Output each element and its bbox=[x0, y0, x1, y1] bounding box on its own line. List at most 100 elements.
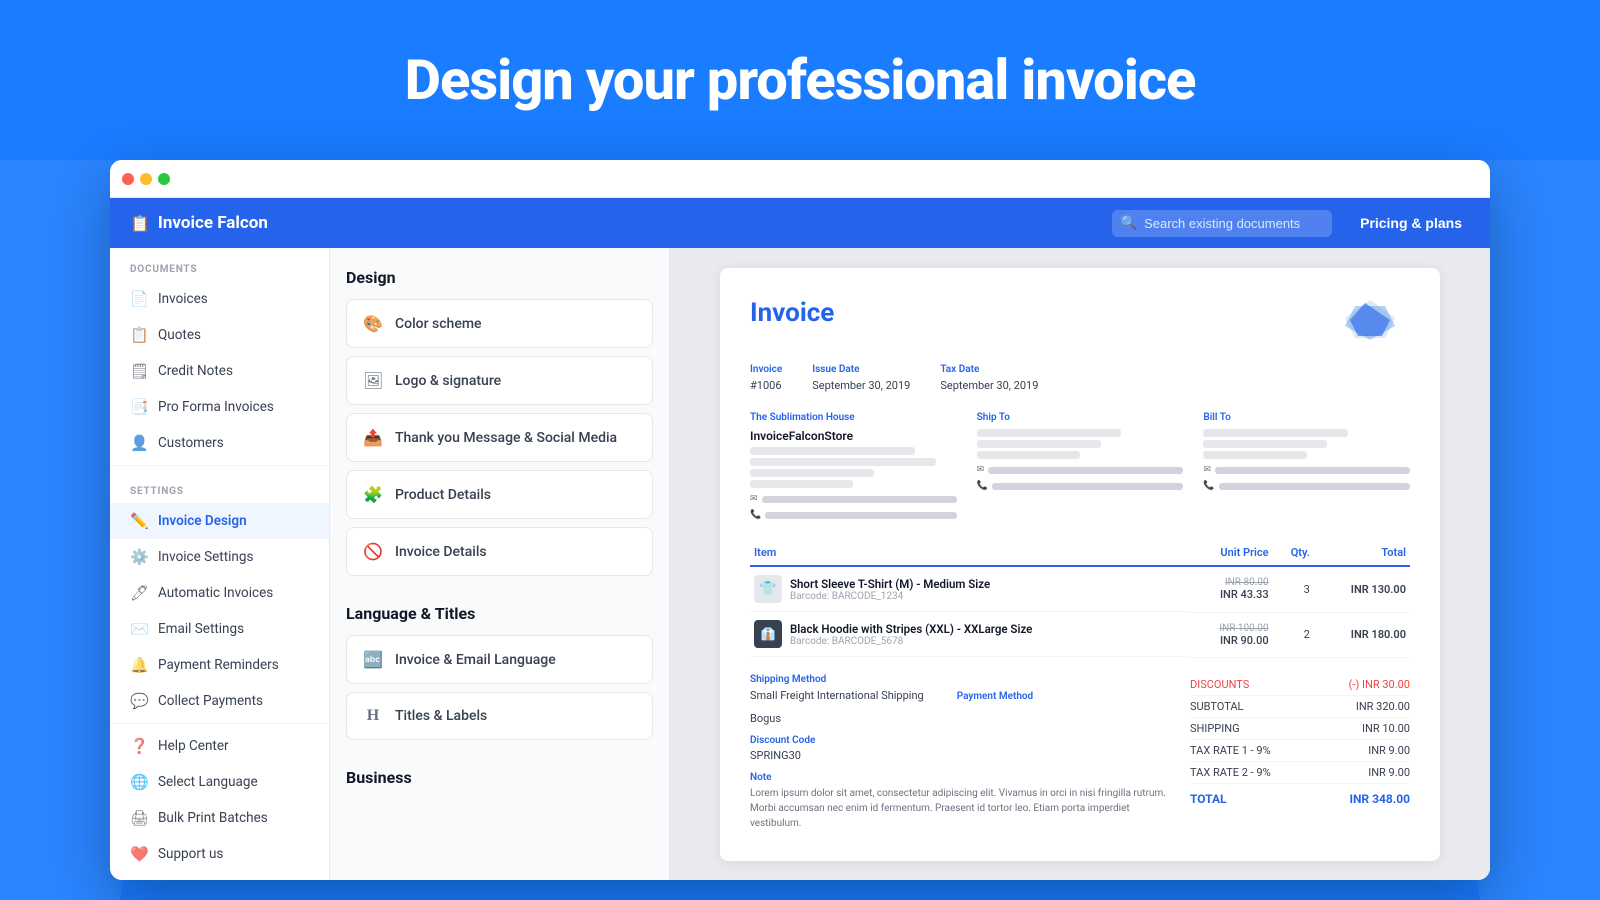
window-titlebar bbox=[110, 160, 1490, 198]
sidebar-item-collect-payments[interactable]: 💬 Collect Payments bbox=[110, 683, 329, 719]
invoice-details-icon: 🚫 bbox=[363, 542, 383, 561]
shipping-label: SHIPPING bbox=[1190, 722, 1240, 735]
sidebar-item-invoices[interactable]: 📄 Invoices bbox=[110, 281, 329, 317]
ship-email: ✉ bbox=[977, 465, 1184, 475]
search-input[interactable] bbox=[1112, 210, 1332, 237]
addr-line-4 bbox=[750, 480, 853, 488]
sidebar-item-credit-notes[interactable]: 🗒 Credit Notes bbox=[110, 353, 329, 389]
sidebar-item-customers[interactable]: 👤 Customers bbox=[110, 425, 329, 461]
sidebar-item-automatic-invoices[interactable]: 🖊 Automatic Invoices bbox=[110, 575, 329, 611]
search-wrap: 🔍 bbox=[1112, 210, 1332, 237]
ship-line-2 bbox=[977, 440, 1101, 448]
sidebar-item-quotes[interactable]: 📋 Quotes bbox=[110, 317, 329, 353]
invoice-title: Invoice bbox=[750, 298, 834, 328]
bill-phone-line bbox=[1219, 483, 1410, 490]
item-1-image: 👕 bbox=[754, 575, 782, 603]
sidebar-item-invoice-settings[interactable]: ⚙️ Invoice Settings bbox=[110, 539, 329, 575]
ship-line-1 bbox=[977, 429, 1122, 437]
support-us-icon: ❤️ bbox=[130, 845, 148, 863]
sidebar-item-help-center[interactable]: ❓ Help Center bbox=[110, 728, 329, 764]
bill-phone: 📞 bbox=[1203, 481, 1410, 491]
invoice-preview: Invoice Invoice #1006 bbox=[720, 268, 1440, 861]
invoice-details-label: Invoice Details bbox=[395, 544, 487, 560]
tax1-label: TAX RATE 1 - 9% bbox=[1190, 744, 1271, 757]
sidebar-item-email-settings[interactable]: ✉️ Email Settings bbox=[110, 611, 329, 647]
item-2-cell: 👔 Black Hoodie with Stripes (XXL) - XXLa… bbox=[750, 612, 1186, 657]
sidebar-divider-1 bbox=[110, 465, 329, 466]
from-phone: 📞 bbox=[750, 510, 957, 520]
thank-you-item[interactable]: 📤 Thank you Message & Social Media bbox=[346, 413, 653, 462]
sidebar-item-payment-reminders[interactable]: 🔔 Payment Reminders bbox=[110, 647, 329, 683]
customers-icon: 👤 bbox=[130, 434, 148, 452]
invoice-email-language-item[interactable]: 🔤 Invoice & Email Language bbox=[346, 635, 653, 684]
hero-banner: Design your professional invoice bbox=[0, 0, 1600, 160]
sidebar-item-support-us[interactable]: ❤️ Support us bbox=[110, 836, 329, 872]
documents-section-label: DOCUMENTS bbox=[110, 248, 329, 281]
from-email: ✉ bbox=[750, 494, 957, 504]
invoice-tax-date-value: September 30, 2019 bbox=[940, 379, 1038, 392]
main-layout: DOCUMENTS 📄 Invoices 📋 Quotes 🗒 Credit N… bbox=[110, 248, 1490, 880]
invoice-details-item[interactable]: 🚫 Invoice Details bbox=[346, 527, 653, 576]
invoice-preview-panel: Invoice Invoice #1006 bbox=[670, 248, 1490, 880]
addr-line-2 bbox=[750, 458, 936, 466]
titles-labels-item[interactable]: H Titles & Labels bbox=[346, 692, 653, 740]
product-details-label: Product Details bbox=[395, 487, 491, 503]
addr-line-1 bbox=[750, 447, 915, 455]
product-details-item[interactable]: 🧩 Product Details bbox=[346, 470, 653, 519]
invoice-meta: Invoice #1006 Issue Date September 30, 2… bbox=[750, 364, 1410, 392]
logo-icon: 📋 bbox=[130, 214, 150, 233]
item-1-name: Short Sleeve T-Shirt (M) - Medium Size bbox=[790, 577, 990, 591]
invoice-number-meta: Invoice #1006 bbox=[750, 364, 782, 392]
bill-email-line bbox=[1215, 467, 1410, 474]
sidebar-item-select-language[interactable]: 🌐 Select Language bbox=[110, 764, 329, 800]
discount-code-value: SPRING30 bbox=[750, 749, 1170, 762]
item-1-price-cell: INR 80.00 INR 43.33 bbox=[1186, 566, 1273, 612]
app-name: Invoice Falcon bbox=[158, 213, 268, 233]
sidebar-item-invoice-design[interactable]: ✏️ Invoice Design bbox=[110, 503, 329, 539]
traffic-lights bbox=[122, 173, 170, 185]
minimize-button[interactable] bbox=[140, 173, 152, 185]
sidebar-label-credit-notes: Credit Notes bbox=[158, 363, 233, 379]
item-2-price-cell: INR 100.00 INR 90.00 bbox=[1186, 612, 1273, 657]
close-button[interactable] bbox=[122, 173, 134, 185]
shipping-method-label: Shipping Method bbox=[750, 674, 1170, 685]
discounts-label: DISCOUNTS bbox=[1190, 678, 1249, 691]
titles-labels-label: Titles & Labels bbox=[395, 708, 487, 724]
invoice-issue-date-meta: Issue Date September 30, 2019 bbox=[812, 364, 910, 392]
ship-phone-line bbox=[992, 483, 1183, 490]
sidebar-divider-2 bbox=[110, 723, 329, 724]
tax2-value: INR 9.00 bbox=[1368, 766, 1410, 779]
maximize-button[interactable] bbox=[158, 173, 170, 185]
email-settings-icon: ✉️ bbox=[130, 620, 148, 638]
table-row: 👔 Black Hoodie with Stripes (XXL) - XXLa… bbox=[750, 612, 1410, 657]
email-icon: ✉ bbox=[750, 494, 758, 504]
design-panel: Design 🎨 Color scheme 🖼 Logo & signature… bbox=[330, 248, 670, 880]
from-label: The Sublimation House bbox=[750, 412, 957, 423]
logo-signature-item[interactable]: 🖼 Logo & signature bbox=[346, 356, 653, 405]
thank-you-label: Thank you Message & Social Media bbox=[395, 430, 617, 446]
col-item: Item bbox=[750, 540, 1186, 566]
sidebar-item-bulk-print[interactable]: 🖨 Bulk Print Batches bbox=[110, 800, 329, 836]
item-1-cell: 👕 Short Sleeve T-Shirt (M) - Medium Size… bbox=[750, 567, 1186, 612]
subtotal-row: SUBTOTAL INR 320.00 bbox=[1190, 696, 1410, 718]
invoice-email-language-label: Invoice & Email Language bbox=[395, 652, 556, 668]
language-section-title: Language & Titles bbox=[346, 604, 653, 623]
pricing-plans-button[interactable]: Pricing & plans bbox=[1352, 211, 1470, 235]
sidebar-label-email-settings: Email Settings bbox=[158, 621, 244, 637]
discounts-row: DISCOUNTS (-) INR 30.00 bbox=[1190, 674, 1410, 696]
sidebar-label-customers: Customers bbox=[158, 435, 224, 451]
collect-payments-icon: 💬 bbox=[130, 692, 148, 710]
discounts-value: (-) INR 30.00 bbox=[1349, 678, 1410, 691]
sidebar-item-proforma[interactable]: 📑 Pro Forma Invoices bbox=[110, 389, 329, 425]
invoice-settings-icon: ⚙️ bbox=[130, 548, 148, 566]
bill-line-1 bbox=[1203, 429, 1348, 437]
bulk-print-icon: 🖨 bbox=[130, 809, 148, 827]
sidebar-label-quotes: Quotes bbox=[158, 327, 201, 343]
invoice-issue-date-value: September 30, 2019 bbox=[812, 379, 910, 392]
invoice-addresses: The Sublimation House InvoiceFalconStore… bbox=[750, 412, 1410, 520]
color-scheme-item[interactable]: 🎨 Color scheme bbox=[346, 299, 653, 348]
invoice-header: Invoice bbox=[750, 298, 1410, 348]
hero-title: Design your professional invoice bbox=[405, 47, 1196, 113]
bill-line-3 bbox=[1203, 451, 1306, 459]
item-1-price: INR 43.33 bbox=[1190, 588, 1269, 601]
